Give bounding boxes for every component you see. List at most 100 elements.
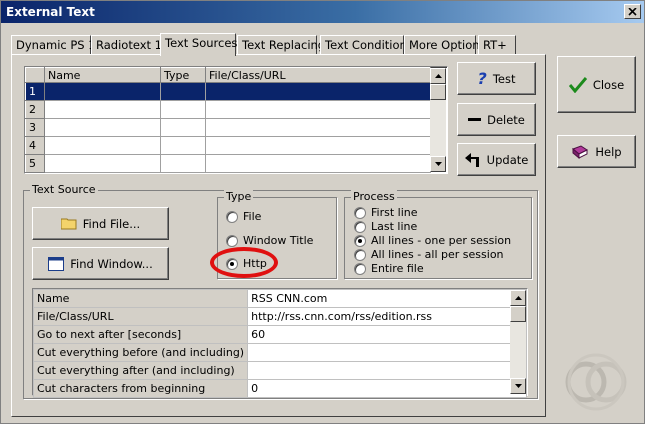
scroll-thumb[interactable] — [430, 84, 446, 100]
column-header-type[interactable]: Type — [160, 67, 206, 83]
table-row[interactable]: 2 — [25, 100, 431, 119]
tab-more-options[interactable]: More Options — [404, 35, 486, 55]
property-row[interactable]: Cut everything after (and including) — [32, 361, 527, 380]
process-option-last-line[interactable]: Last line — [354, 220, 417, 233]
property-value[interactable] — [247, 343, 527, 362]
radio-button[interactable] — [354, 220, 366, 233]
table-row[interactable]: 1 — [25, 82, 431, 101]
scroll-up-icon[interactable] — [430, 68, 446, 84]
table-cell[interactable] — [205, 136, 431, 155]
row-number: 4 — [25, 136, 45, 155]
table-cell[interactable] — [160, 118, 206, 137]
row-number: 3 — [25, 118, 45, 137]
table-scrollbar[interactable] — [430, 68, 446, 172]
property-key: Cut everything after (and including) — [32, 361, 249, 380]
process-option-entire-file[interactable]: Entire file — [354, 262, 424, 275]
property-value[interactable]: http://rss.cnn.com/rss/edition.rss — [247, 307, 527, 326]
table-cell[interactable] — [44, 82, 161, 101]
property-row[interactable]: Cut everything before (and including) — [32, 343, 527, 362]
process-group-label: Process — [351, 190, 397, 203]
sources-table: Name Type File/Class/URL 1 2 3 4 5 — [24, 66, 448, 174]
checkmark-icon — [568, 76, 587, 93]
table-cell[interactable] — [160, 136, 206, 155]
row-number: 5 — [25, 154, 45, 173]
property-row[interactable]: Name RSS CNN.com — [32, 289, 527, 308]
properties-grid: Name RSS CNN.com File/Class/URL http://r… — [32, 288, 528, 398]
radio-button-selected[interactable] — [354, 234, 366, 247]
process-option-first-line[interactable]: First line — [354, 206, 418, 219]
table-row[interactable]: 5 — [25, 154, 431, 173]
row-number: 2 — [25, 100, 45, 119]
type-option-file[interactable]: File — [226, 210, 261, 223]
table-row[interactable]: 4 — [25, 136, 431, 155]
update-button[interactable]: Update — [457, 143, 536, 176]
property-key: Go to next after [seconds] — [32, 325, 249, 344]
question-icon: ? — [477, 69, 487, 88]
test-button[interactable]: ? Test — [457, 62, 536, 95]
table-header: Name Type File/Class/URL — [25, 67, 431, 83]
tab-text-sources[interactable]: Text Sources — [160, 33, 237, 56]
property-value[interactable]: RSS CNN.com — [247, 289, 527, 308]
help-button[interactable]: Help — [557, 135, 636, 168]
column-header-url[interactable]: File/Class/URL — [205, 67, 431, 83]
tab-text-conditions[interactable]: Text Conditions — [320, 35, 413, 55]
property-value[interactable] — [247, 361, 527, 380]
table-cell[interactable] — [205, 154, 431, 173]
title-bar: External Text — [1, 1, 644, 23]
table-cell[interactable] — [205, 100, 431, 119]
help-book-icon — [572, 144, 589, 159]
table-cell[interactable] — [205, 82, 431, 101]
radio-button[interactable] — [354, 248, 366, 261]
property-value[interactable]: 60 — [247, 325, 527, 344]
table-cell[interactable] — [205, 118, 431, 137]
app-logo-icon — [565, 353, 627, 411]
property-key: Cut characters from beginning — [32, 379, 249, 398]
property-value[interactable]: 0 — [247, 379, 527, 398]
tab-rt-plus[interactable]: RT+ — [478, 35, 516, 55]
type-option-window-title[interactable]: Window Title — [226, 234, 313, 247]
process-option-all-per-session[interactable]: All lines - all per session — [354, 248, 504, 261]
radio-button[interactable] — [354, 262, 366, 275]
text-source-label: Text Source — [30, 183, 98, 196]
property-key: Cut everything before (and including) — [32, 343, 249, 362]
table-cell[interactable] — [44, 136, 161, 155]
external-text-window: External Text Dynamic PS 1 Radiotext 1 T… — [0, 0, 645, 424]
highlight-circle — [210, 247, 278, 278]
folder-icon — [60, 218, 77, 230]
property-key: File/Class/URL — [32, 307, 249, 326]
table-cell[interactable] — [44, 118, 161, 137]
process-option-one-per-session[interactable]: All lines - one per session — [354, 234, 511, 247]
properties-scrollbar[interactable] — [510, 290, 526, 394]
window-title: External Text — [6, 5, 95, 19]
window-icon — [48, 256, 65, 271]
table-cell[interactable] — [44, 100, 161, 119]
table-row[interactable]: 3 — [25, 118, 431, 137]
property-row[interactable]: Go to next after [seconds] 60 — [32, 325, 527, 344]
table-cell[interactable] — [160, 100, 206, 119]
minus-icon — [468, 118, 482, 121]
find-window-button[interactable]: Find Window... — [32, 247, 169, 280]
column-header — [25, 67, 45, 83]
find-file-button[interactable]: Find File... — [32, 207, 169, 240]
radio-button[interactable] — [354, 206, 366, 219]
tab-text-replacing[interactable]: Text Replacing — [237, 35, 325, 55]
table-cell[interactable] — [160, 154, 206, 173]
property-row[interactable]: Cut characters from beginning 0 — [32, 379, 527, 398]
table-cell[interactable] — [160, 82, 206, 101]
close-button[interactable]: Close — [557, 56, 636, 113]
tab-dynamic-ps1[interactable]: Dynamic PS 1 — [11, 35, 96, 55]
scroll-up-icon[interactable] — [510, 290, 526, 306]
radio-button[interactable] — [226, 234, 238, 247]
close-window-icon[interactable] — [624, 4, 641, 19]
type-group-label: Type — [224, 190, 254, 203]
column-header-name[interactable]: Name — [44, 67, 161, 83]
property-row[interactable]: File/Class/URL http://rss.cnn.com/rss/ed… — [32, 307, 527, 326]
scroll-thumb[interactable] — [510, 306, 526, 322]
radio-button[interactable] — [226, 210, 238, 223]
table-cell[interactable] — [44, 154, 161, 173]
delete-button[interactable]: Delete — [457, 103, 536, 136]
tab-radiotext1[interactable]: Radiotext 1 — [91, 35, 162, 55]
scroll-down-icon[interactable] — [510, 378, 526, 394]
scroll-down-icon[interactable] — [430, 156, 446, 172]
row-number: 1 — [25, 82, 45, 101]
